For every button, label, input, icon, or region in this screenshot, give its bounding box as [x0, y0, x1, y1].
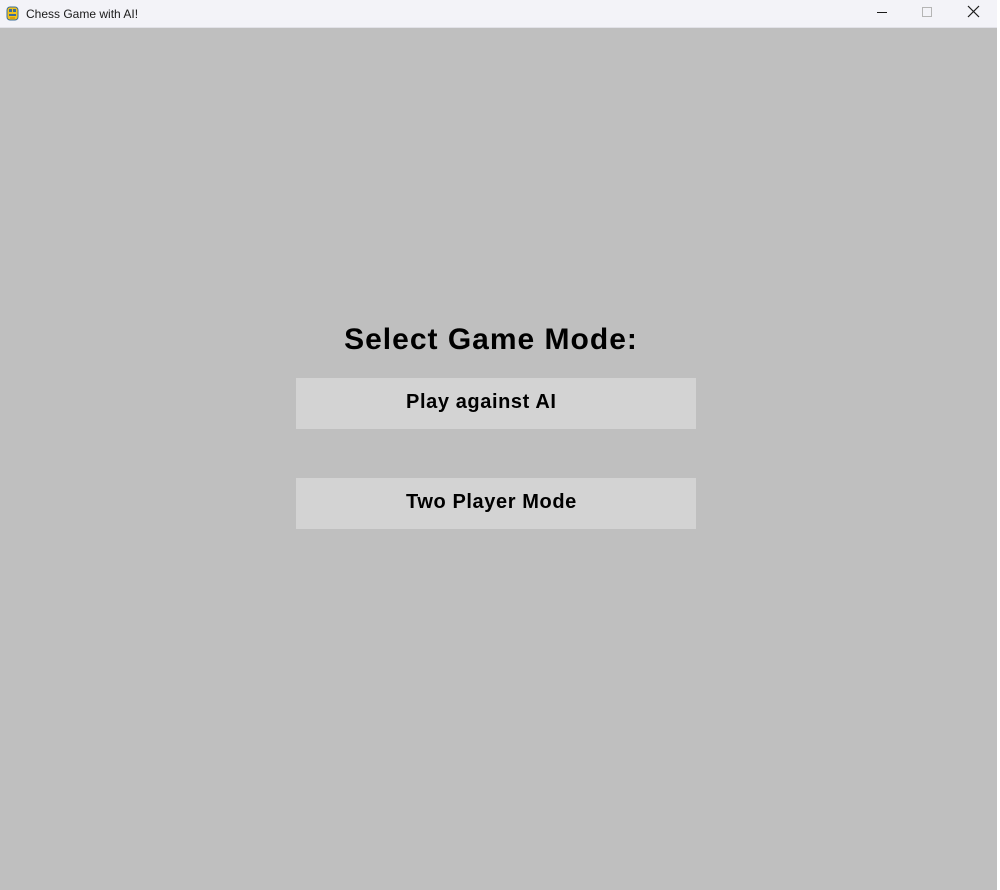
window-title: Chess Game with AI!: [26, 7, 139, 21]
pygame-snake-icon: [5, 6, 20, 21]
close-icon: [967, 5, 980, 23]
two-player-mode-button[interactable]: Two Player Mode: [296, 478, 696, 529]
two-player-mode-label: Two Player Mode: [406, 491, 577, 513]
play-against-ai-button[interactable]: Play against AI: [296, 378, 696, 429]
app-window: Chess Game with AI! Select Game Mode: Pl…: [0, 0, 997, 890]
close-button[interactable]: [950, 0, 996, 28]
game-surface: Select Game Mode: Play against AI Two Pl…: [0, 28, 997, 890]
minimize-icon: [876, 5, 888, 23]
minimize-button[interactable]: [859, 0, 905, 28]
mode-select-heading: Select Game Mode:: [344, 323, 638, 356]
maximize-button[interactable]: [904, 0, 950, 28]
play-against-ai-label: Play against AI: [406, 391, 557, 413]
maximize-icon: [921, 5, 933, 23]
title-bar[interactable]: Chess Game with AI!: [0, 0, 997, 28]
